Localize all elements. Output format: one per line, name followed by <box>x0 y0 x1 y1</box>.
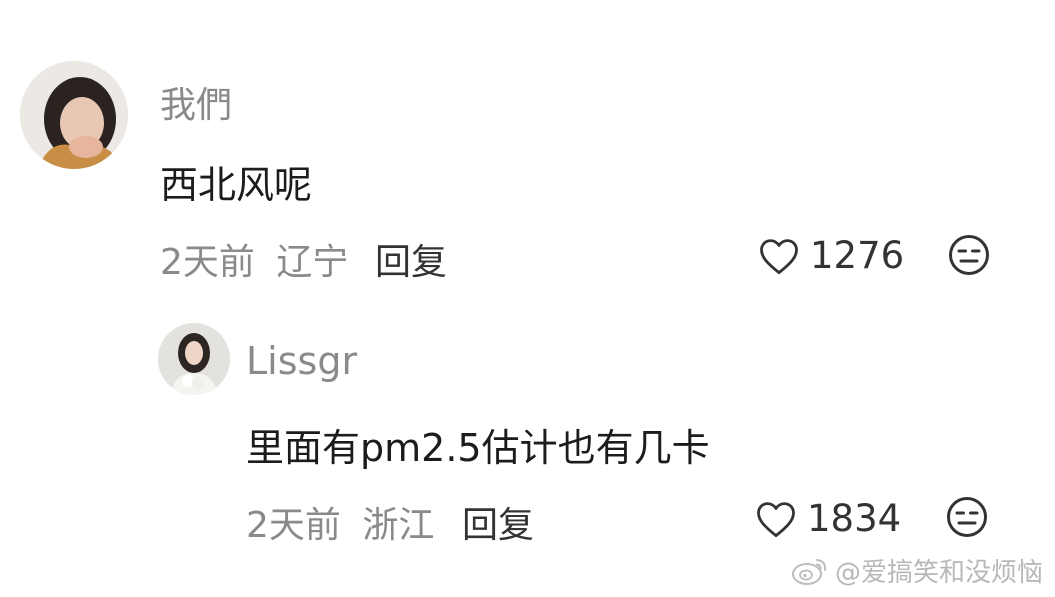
weibo-icon <box>791 558 827 585</box>
reply-time: 2天前 <box>246 505 341 546</box>
like-button[interactable]: 1834 <box>755 497 901 540</box>
avatar[interactable] <box>158 323 230 395</box>
reply-location: 浙江 <box>362 505 435 546</box>
heart-outline-icon <box>760 238 798 274</box>
reply-button[interactable]: 回复 <box>375 233 447 285</box>
reply-username[interactable]: Lissgr <box>246 339 357 383</box>
comment-location: 辽宁 <box>276 242 349 283</box>
heart-outline-icon <box>757 501 795 537</box>
watermark-text: @爱搞笑和没烦恼 <box>834 558 1043 588</box>
comment-text: 西北风呢 <box>160 163 313 207</box>
meh-face-icon <box>947 497 987 537</box>
reply-meta: 2天前 浙江 <box>246 496 434 548</box>
dislike-button[interactable] <box>948 234 990 280</box>
comment-username[interactable]: 我們 <box>160 76 232 128</box>
comment-meta: 2天前 辽宁 <box>160 233 348 285</box>
avatar[interactable] <box>20 61 128 169</box>
reply-text: 里面有pm2.5估计也有几卡 <box>246 426 710 470</box>
like-count: 1834 <box>807 497 902 540</box>
meh-face-icon <box>949 235 989 275</box>
reply-button[interactable]: 回复 <box>462 496 534 548</box>
like-button[interactable]: 1276 <box>758 234 904 277</box>
dislike-button[interactable] <box>946 496 988 542</box>
comment-time: 2天前 <box>160 242 255 283</box>
like-count: 1276 <box>810 234 905 277</box>
watermark: @爱搞笑和没烦恼 <box>791 552 1043 589</box>
